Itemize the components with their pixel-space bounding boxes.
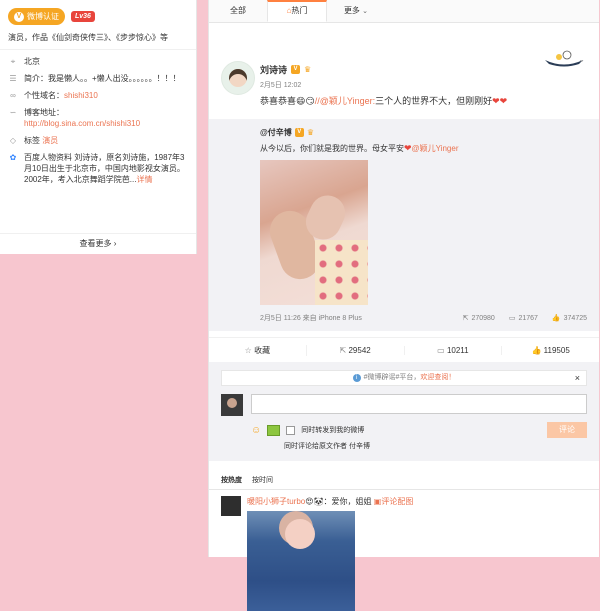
blog-link[interactable]: http://blog.sina.com.cn/shishi310	[24, 119, 140, 128]
post-actions: ☆ 收藏 ⇱ 29542 ▭ 10211 👍 119505	[209, 337, 599, 362]
my-avatar	[221, 394, 243, 416]
thumbs-up-icon: 👍	[551, 315, 561, 322]
thumbs-up-icon: 👍	[531, 345, 542, 355]
profile-icon: ☰	[9, 74, 17, 83]
heart-icon: ❤	[404, 143, 412, 153]
comment-sort-bar: 按热度 按时间	[209, 471, 599, 490]
verified-icon: V	[291, 65, 301, 74]
like-button[interactable]: 👍 119505	[502, 346, 599, 355]
commenter-avatar[interactable]	[221, 496, 241, 516]
tab-hot[interactable]: ⌂热门	[267, 0, 327, 22]
comment-icon: ▭	[508, 315, 516, 322]
repost-like-count[interactable]: 👍 374725	[551, 314, 587, 323]
details-link[interactable]: 详情	[136, 175, 152, 184]
link-icon: ∞	[10, 91, 16, 100]
tag-link[interactable]: 演员	[42, 136, 58, 145]
location-icon: ⌖	[10, 57, 16, 66]
repost-box: @付辛博 V ♛ 从今以后，你们就是我的世界。母女平安❤@颖儿Yinger 2月…	[209, 119, 599, 331]
paw-icon: ✿	[9, 153, 17, 162]
post-time[interactable]: 2月5日 12:02	[260, 80, 587, 90]
post-text: 恭喜恭喜😄😏//@颖儿Yinger:三个人的世界不大，但刚刚好❤❤	[260, 96, 508, 106]
crown-icon: ♛	[306, 128, 314, 137]
rumor-notice: i #微博辟谣#平台，欢迎查阅！ ×	[221, 370, 587, 386]
info-blog: ∽ 博客地址： http://blog.sina.com.cn/shishi310	[9, 108, 141, 128]
comment-emoji-icon: 😍🐼	[305, 497, 324, 506]
also-repost-label: 同时转发到我的微博	[301, 427, 365, 434]
collect-button[interactable]: ☆ 收藏	[209, 344, 307, 356]
level-badge[interactable]: Lv36	[71, 11, 95, 22]
notice-link[interactable]: 欢迎查阅！	[420, 374, 455, 381]
info-tags: ◇ 标签 演员	[9, 136, 59, 145]
star-icon: ☆	[244, 345, 252, 355]
repost-meta: 2月5日 11:26 来自 iPhone 8 Plus ⇱ 270980 ▭ 217…	[260, 314, 587, 323]
repost-button[interactable]: ⇱ 29542	[307, 345, 405, 355]
submit-comment-button[interactable]: 评论	[547, 422, 587, 438]
close-icon[interactable]: ×	[575, 371, 580, 385]
share-icon: ⇱	[462, 315, 469, 322]
repost-photo[interactable]	[260, 160, 368, 305]
share-icon: ⇱	[339, 345, 347, 355]
post-card: ⌄ 刘诗诗 V ♛ 2月5日 12:02 恭喜恭喜😄😏//@颖儿Yinger:三…	[209, 23, 599, 611]
laugh-emoji-icon: 😄😏	[296, 96, 315, 106]
feed-tabs: 全部 ⌂热门 更多 ⌄	[209, 0, 599, 23]
repost-author[interactable]: @付辛博	[260, 127, 292, 138]
verify-label: 微博认证	[27, 12, 59, 21]
verify-button[interactable]: V 微博认证	[8, 8, 65, 25]
tab-all[interactable]: 全部	[209, 0, 267, 22]
repost-comment-count[interactable]: ▭ 21767	[508, 314, 538, 323]
post-menu-chevron-icon[interactable]: ⌄	[578, 55, 585, 64]
info-location: ⌖ 北京	[0, 50, 196, 67]
commenter-name[interactable]: 暖阳小狮子turbo	[247, 497, 305, 506]
sort-by-time[interactable]: 按时间	[252, 475, 273, 485]
repost-text: 从今以后，你们就是我的世界。母女平安❤@颖儿Yinger	[260, 143, 459, 153]
verified-icon: V	[14, 11, 24, 22]
repost-checkbox[interactable]	[286, 425, 296, 435]
chevron-down-icon: ⌄	[362, 8, 369, 15]
comment-area: i #微博辟谣#平台，欢迎查阅！ × ☺ 同时转发到我的微博 评论 同时评论给原文…	[209, 362, 599, 461]
tag-icon: ◇	[9, 136, 17, 145]
comment-icon: ▭	[437, 345, 445, 355]
tab-more[interactable]: 更多 ⌄	[327, 0, 385, 22]
mention-link[interactable]: //@颖儿Yinger:	[315, 96, 375, 106]
info-domain: ∞ 个性域名：shishi310	[0, 84, 196, 101]
domain-link[interactable]: shishi310	[64, 91, 98, 100]
comment-image-link[interactable]: 评论配图	[381, 497, 413, 506]
repost-mention-link[interactable]: @颖儿Yinger	[412, 144, 459, 153]
comment-button[interactable]: ▭ 10211	[405, 345, 503, 355]
verified-icon: V	[294, 128, 304, 137]
comment-item: 暖阳小狮子turbo😍🐼：爱你，姐姐 ▣评论配图	[221, 490, 587, 611]
main-feed: 全部 ⌂热门 更多 ⌄ ⌄ 刘诗诗 V ♛ 2月5日 12:02 恭喜恭喜😄😏/…	[208, 0, 599, 611]
blog-icon: ∽	[9, 108, 17, 117]
info-baidu: ✿ 百度人物资料 刘诗诗，原名刘诗施，1987年3月10日出生于北京市，中国内地…	[9, 153, 185, 184]
comment-photo[interactable]	[247, 511, 355, 611]
profile-card: V 微博认证 Lv36 演员，作品《仙剑奇侠传三》、《步步惊心》等 ⌖ 北京 ☰…	[0, 0, 197, 254]
author-name[interactable]: 刘诗诗	[260, 63, 287, 76]
author-avatar[interactable]	[221, 61, 255, 95]
repost-repost-count[interactable]: ⇱ 270980	[462, 314, 495, 323]
view-more-link[interactable]: 查看更多 ›	[0, 233, 196, 254]
emoji-icon[interactable]: ☺	[251, 425, 261, 436]
profile-intro: 演员，作品《仙剑奇侠传三》、《步步惊心》等	[8, 33, 168, 42]
comment-input[interactable]	[251, 394, 587, 414]
sort-by-hot[interactable]: 按热度	[221, 475, 242, 485]
also-comment-label: 同时评论给原文作者 付辛博	[284, 443, 370, 450]
info-bio: ☰ 简介：我是懒人。。+懒人出没。。。。。。！！！	[9, 74, 181, 83]
info-icon: i	[352, 374, 361, 382]
crown-icon: ♛	[304, 65, 312, 74]
image-upload-icon[interactable]	[267, 424, 281, 436]
heart-icon: ❤❤	[492, 96, 508, 106]
